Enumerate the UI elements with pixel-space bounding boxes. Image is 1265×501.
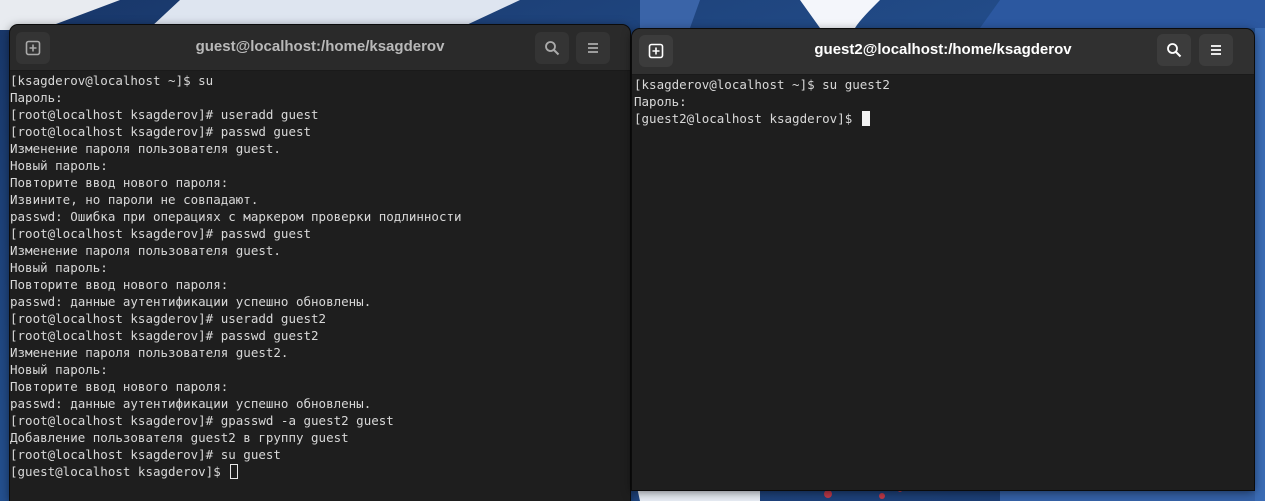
new-tab-button[interactable] <box>639 35 673 67</box>
hamburger-menu-icon <box>1211 45 1221 55</box>
cursor <box>230 464 239 479</box>
terminal-line: [root@localhost ksagderov]# su guest <box>10 447 281 462</box>
search-icon <box>1167 43 1182 58</box>
terminal-line: [root@localhost ksagderov]# gpasswd -a g… <box>10 413 394 428</box>
terminal-output[interactable]: [ksagderov@localhost ~]$ su guest2 Парол… <box>632 75 1254 490</box>
hamburger-menu-icon <box>588 43 598 53</box>
terminal-line: Добавление пользователя guest2 в группу … <box>10 430 349 445</box>
terminal-line: [ksagderov@localhost ~]$ su guest2 <box>634 77 890 92</box>
terminal-line: [root@localhost ksagderov]# useradd gues… <box>10 311 327 326</box>
menu-button[interactable] <box>576 32 610 64</box>
terminal-line: Пароль: <box>10 90 63 105</box>
terminal-line: Пароль: <box>634 94 687 109</box>
terminal-line: Изменение пароля пользователя guest2. <box>10 345 289 360</box>
search-button[interactable] <box>535 32 569 64</box>
terminal-window-guest2[interactable]: guest2@localhost:/home/ksagderov [ksagde… <box>632 29 1254 490</box>
titlebar[interactable]: guest@localhost:/home/ksagderov <box>10 25 630 71</box>
terminal-line: Повторите ввод нового пароля: <box>10 277 229 292</box>
terminal-line: [root@localhost ksagderov]# passwd guest <box>10 124 312 139</box>
search-button[interactable] <box>1157 34 1191 66</box>
prompt-line[interactable]: [guest2@localhost ksagderov]$ <box>634 110 1254 127</box>
prompt-line[interactable]: [guest@localhost ksagderov]$ <box>10 463 630 480</box>
search-icon <box>545 41 560 56</box>
titlebar[interactable]: guest2@localhost:/home/ksagderov <box>632 29 1254 75</box>
terminal-line: [root@localhost ksagderov]# passwd guest <box>10 226 312 241</box>
terminal-line: passwd: Ошибка при операциях с маркером … <box>10 209 462 224</box>
cursor <box>861 111 870 126</box>
new-tab-icon <box>25 40 41 56</box>
menu-button[interactable] <box>1199 34 1233 66</box>
prompt: [guest@localhost ksagderov]$ <box>10 464 229 479</box>
terminal-line: Повторите ввод нового пароля: <box>10 175 229 190</box>
terminal-line: passwd: данные аутентификации успешно об… <box>10 396 372 411</box>
new-tab-button[interactable] <box>16 32 50 64</box>
terminal-line: Изменение пароля пользователя guest. <box>10 141 281 156</box>
terminal-line: passwd: данные аутентификации успешно об… <box>10 294 372 309</box>
new-tab-icon <box>648 43 664 59</box>
terminal-line: Новый пароль: <box>10 260 108 275</box>
terminal-line: Извините, но пароли не совпадают. <box>10 192 259 207</box>
prompt: [guest2@localhost ksagderov]$ <box>634 111 860 126</box>
terminal-output[interactable]: [ksagderov@localhost ~]$ su Пароль: [roo… <box>10 71 630 501</box>
terminal-line: [root@localhost ksagderov]# useradd gues… <box>10 107 319 122</box>
terminal-line: Новый пароль: <box>10 158 108 173</box>
terminal-line: [root@localhost ksagderov]# passwd guest… <box>10 328 319 343</box>
terminal-line: Новый пароль: <box>10 362 108 377</box>
terminal-window-guest[interactable]: guest@localhost:/home/ksagderov [ksagder… <box>10 25 630 501</box>
terminal-line: [ksagderov@localhost ~]$ su <box>10 73 214 88</box>
terminal-line: Повторите ввод нового пароля: <box>10 379 229 394</box>
terminal-line: Изменение пароля пользователя guest. <box>10 243 281 258</box>
